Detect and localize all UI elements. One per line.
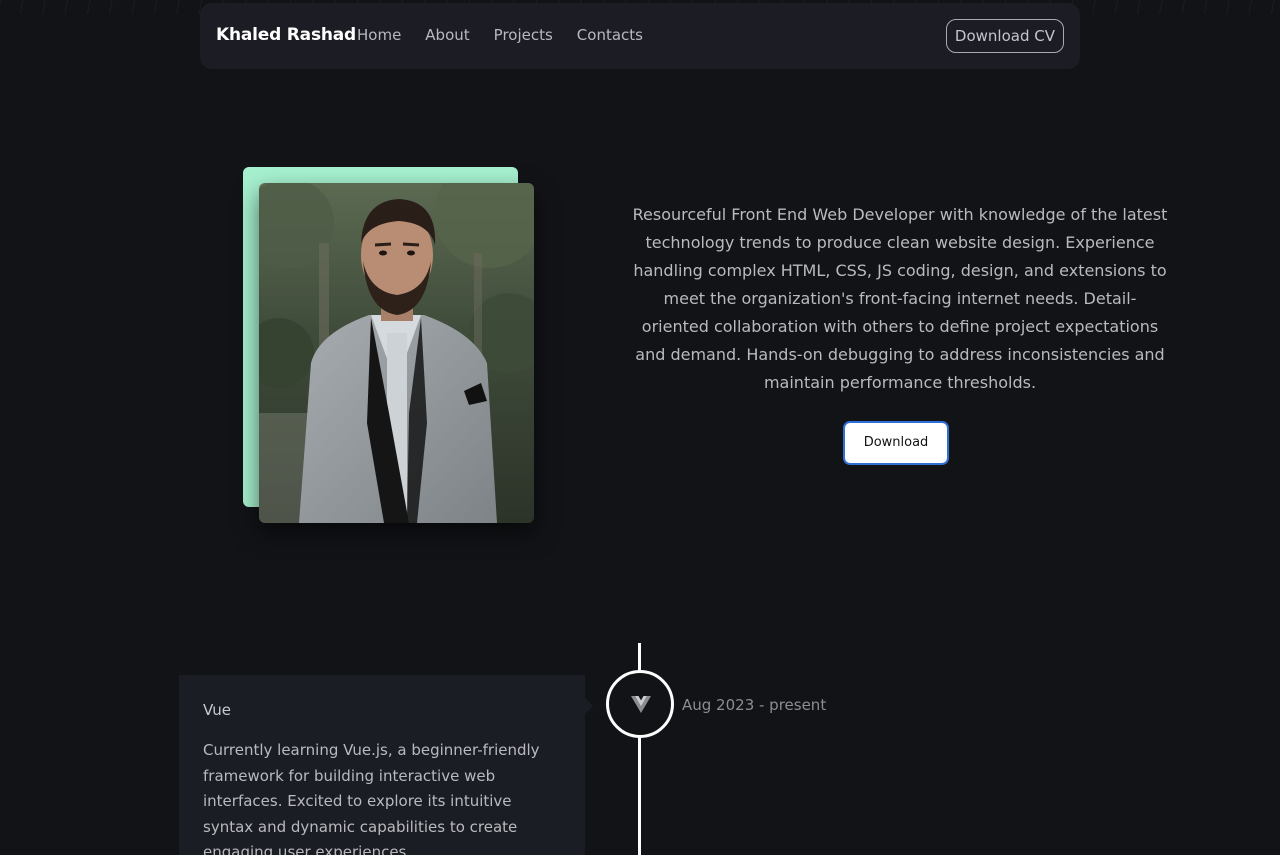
portfolio-page: Khaled Rashad Home About Projects Contac… xyxy=(0,0,1280,855)
nav-link-about[interactable]: About xyxy=(425,26,469,44)
nav-link-contacts[interactable]: Contacts xyxy=(577,26,643,44)
nav-link-projects[interactable]: Projects xyxy=(494,26,553,44)
timeline-card-description: Currently learning Vue.js, a beginner-fr… xyxy=(203,741,540,855)
navbar: Khaled Rashad Home About Projects Contac… xyxy=(200,3,1080,69)
bio-text: Resourceful Front End Web Developer with… xyxy=(632,205,1168,392)
nav-links: Home About Projects Contacts xyxy=(357,26,667,44)
download-cv-button[interactable]: Download CV xyxy=(945,19,1064,53)
nav-link-home[interactable]: Home xyxy=(357,26,401,44)
vue-icon xyxy=(631,696,651,713)
timeline-card: Vue Currently learning Vue.js, a beginne… xyxy=(179,675,585,855)
timeline-node xyxy=(606,670,674,738)
profile-photo-illustration xyxy=(259,183,534,523)
download-button[interactable]: Download xyxy=(843,421,949,465)
timeline-date: Aug 2023 - present xyxy=(682,696,827,714)
timeline-card-title: Vue xyxy=(203,701,231,719)
profile-photo xyxy=(259,183,534,523)
brand-logo[interactable]: Khaled Rashad xyxy=(216,25,356,45)
timeline-card-pointer xyxy=(585,698,593,714)
